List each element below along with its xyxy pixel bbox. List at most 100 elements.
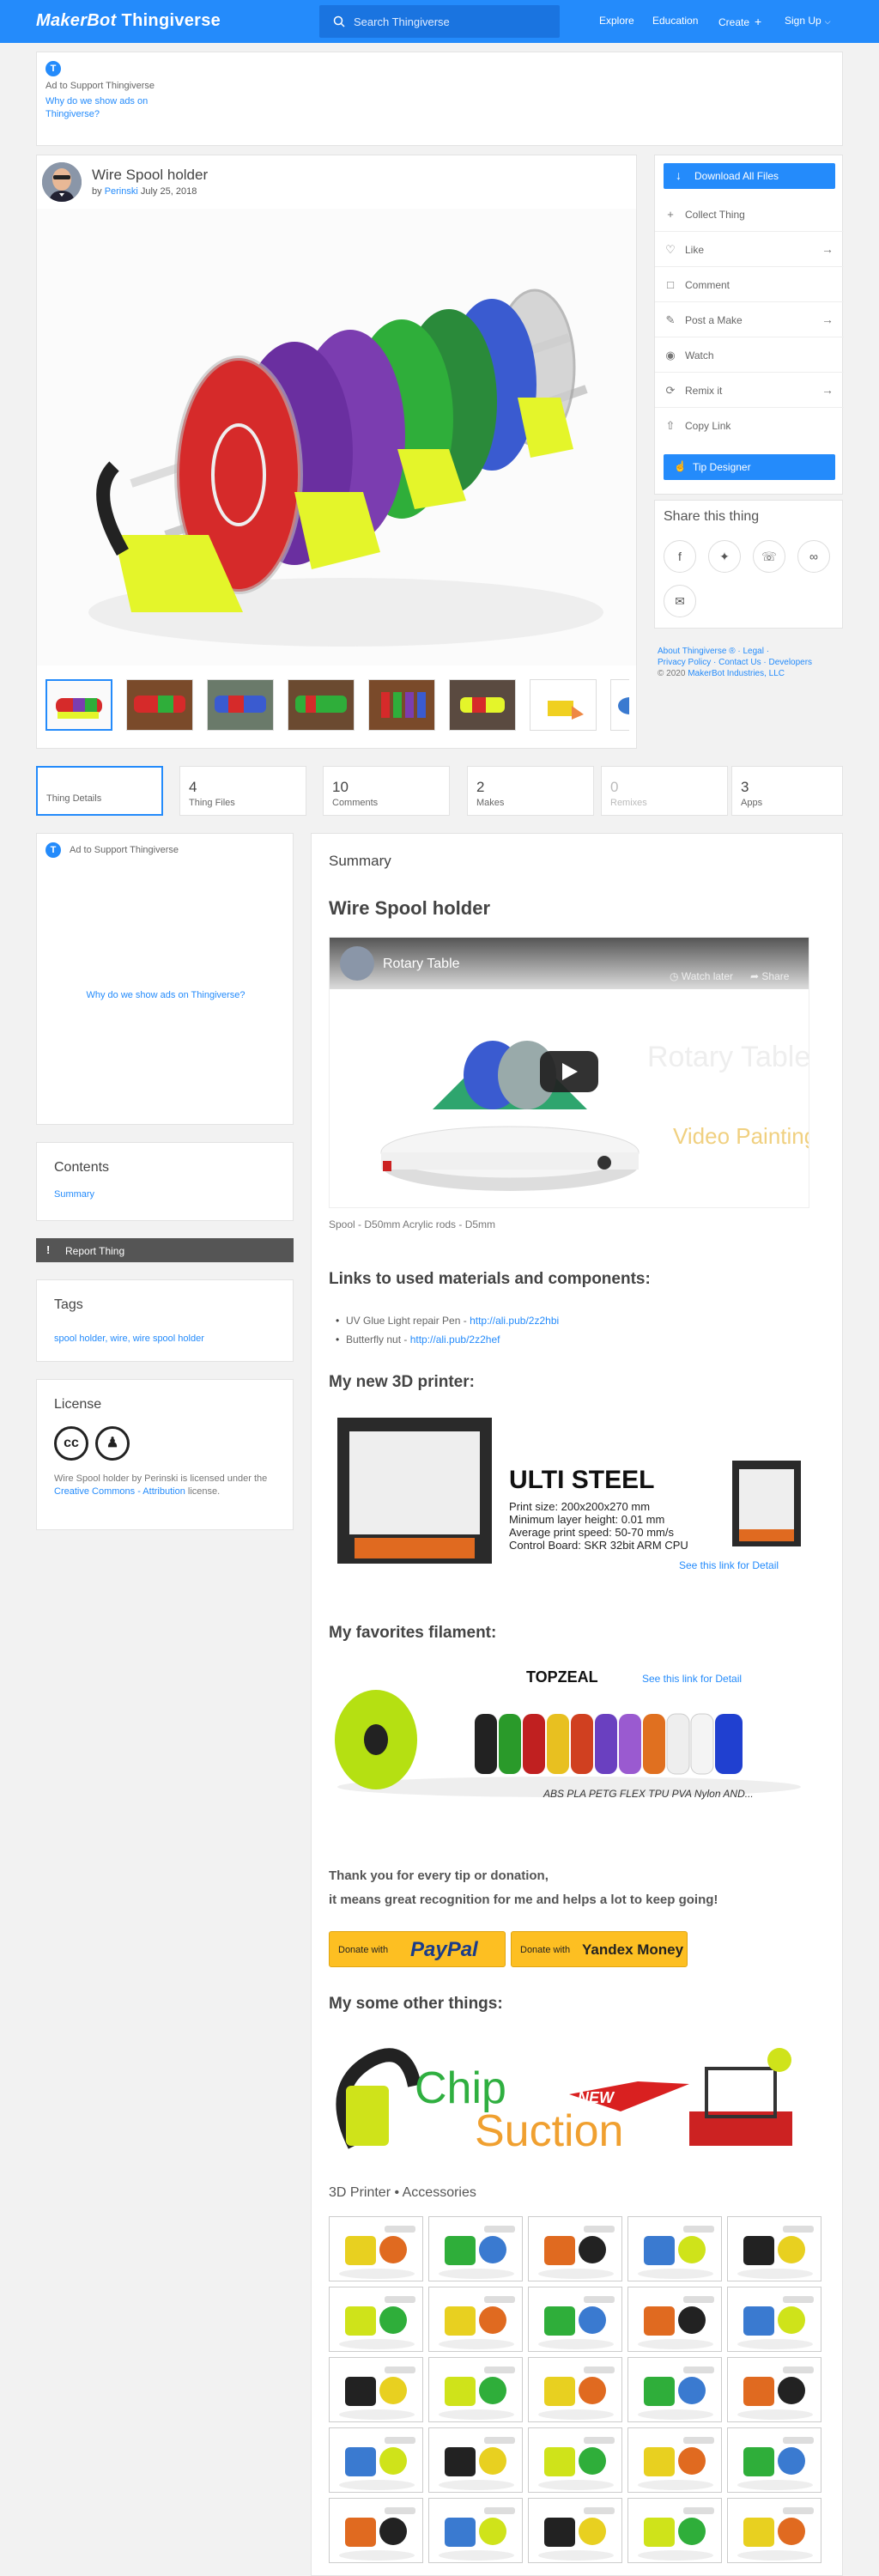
accessory-thumbnail[interactable] — [428, 2498, 523, 2563]
accessory-thumbnail[interactable] — [329, 2357, 423, 2422]
accessory-thumbnail[interactable] — [627, 2287, 722, 2352]
thumbnail-8[interactable] — [610, 679, 629, 731]
accessory-thumbnail[interactable] — [727, 2498, 821, 2563]
link-item-url[interactable]: http://ali.pub/2z2hbi — [470, 1315, 559, 1327]
accessory-thumbnail[interactable] — [627, 2498, 722, 2563]
thing-title: Wire Spool holder — [92, 167, 209, 183]
thanks-text: Thank you for every tip or donation, it … — [329, 1864, 718, 1912]
post-a-make-button[interactable]: ✎ Post a Make → — [655, 302, 844, 337]
accessory-thumbnail[interactable] — [528, 2287, 622, 2352]
thumbnail-2[interactable] — [126, 679, 193, 731]
thumbnail-3[interactable] — [207, 679, 274, 731]
filament-banner[interactable]: TOPZEAL See this link for Detail ABS PLA… — [329, 1658, 809, 1804]
ad-why-link[interactable]: Why do we show ads on Thingiverse? — [37, 990, 294, 1000]
license-link[interactable]: Creative Commons - Attribution — [54, 1486, 185, 1497]
link-icon[interactable]: ∞ — [797, 540, 830, 573]
play-icon[interactable] — [540, 1051, 598, 1092]
nav-signup[interactable]: Sign Up ⌵ — [785, 15, 831, 27]
tab-thing-details[interactable]: Thing Details — [36, 766, 163, 816]
watch-later-button[interactable]: ◷ Watch later — [670, 970, 733, 982]
link-item-url[interactable]: http://ali.pub/2z2hef — [410, 1334, 500, 1346]
tab-thing-files[interactable]: 4 Thing Files — [179, 766, 306, 816]
accessory-thumbnail[interactable] — [627, 2216, 722, 2281]
accessory-thumbnail[interactable] — [528, 2357, 622, 2422]
report-label: Report Thing — [65, 1245, 125, 1257]
facebook-icon[interactable]: f — [664, 540, 696, 573]
ad-label: Ad to Support Thingiverse — [70, 845, 179, 855]
chip-suction-banner[interactable]: Chip Suction NEW — [329, 2034, 809, 2163]
whatsapp-icon[interactable]: ☏ — [753, 540, 785, 573]
donate-paypal-button[interactable]: Donate with PayPal — [329, 1931, 506, 1967]
report-thing-button[interactable]: ! Report Thing — [36, 1238, 294, 1262]
tab-apps[interactable]: 3 Apps — [731, 766, 843, 816]
accessory-thumbnail[interactable] — [428, 2427, 523, 2493]
printer-banner[interactable]: ULTI STEEL Print size: 200x200x270 mm Mi… — [329, 1409, 809, 1581]
author-link[interactable]: Perinski — [105, 186, 138, 197]
author-avatar[interactable] — [42, 162, 82, 202]
download-label: Download All Files — [694, 170, 779, 182]
accessory-thumbnail[interactable] — [428, 2216, 523, 2281]
image-caption: Spool - D50mm Acrylic rods - D5mm — [329, 1218, 496, 1230]
contents-summary-link[interactable]: Summary — [54, 1189, 94, 1200]
channel-avatar[interactable] — [340, 946, 374, 981]
legal-line-2[interactable]: Privacy Policy · Contact Us · Developers — [658, 657, 846, 668]
video-embed[interactable]: Rotary Table Video Painting Photo Rotary… — [329, 937, 809, 1208]
tip-designer-button[interactable]: ☝ Tip Designer — [664, 454, 835, 480]
thumbnail-1[interactable] — [45, 679, 112, 731]
tab-makes[interactable]: 2 Makes — [467, 766, 594, 816]
remix-it-button[interactable]: ⟳ Remix it → — [655, 373, 844, 408]
wire-spool-photo — [37, 209, 636, 665]
accessory-thumbnail[interactable] — [428, 2357, 523, 2422]
nav-create[interactable]: Create + — [718, 15, 761, 28]
legal-line-1[interactable]: About Thingiverse ® · Legal · — [658, 646, 846, 657]
accessory-thumbnail[interactable] — [329, 2287, 423, 2352]
accessory-thumbnail[interactable] — [727, 2287, 821, 2352]
accessory-thumbnail[interactable] — [329, 2427, 423, 2493]
accessory-thumbnail[interactable] — [329, 2216, 423, 2281]
filament-detail-link[interactable]: See this link for Detail — [642, 1673, 742, 1685]
chevron-down-icon: ⌵ — [824, 17, 831, 26]
tab-comments[interactable]: 10 Comments — [323, 766, 450, 816]
search-input[interactable] — [354, 13, 551, 30]
accessory-thumbnail[interactable] — [727, 2216, 821, 2281]
accessory-thumbnail[interactable] — [329, 2498, 423, 2563]
video-share-button[interactable]: ➦ Share — [750, 970, 789, 982]
accessory-thumbnail[interactable] — [727, 2427, 821, 2493]
thingiverse-badge-icon: T — [45, 61, 61, 76]
collect-thing-button[interactable]: + Collect Thing — [655, 197, 844, 232]
nav-explore[interactable]: Explore — [599, 15, 634, 27]
donate-yandex-button[interactable]: Donate with Yandex Money — [511, 1931, 688, 1967]
new-badge: NEW — [578, 2089, 615, 2106]
tab-count: 2 — [476, 779, 485, 795]
accessory-thumbnail[interactable] — [627, 2357, 722, 2422]
accessory-thumbnail[interactable] — [528, 2216, 622, 2281]
accessory-thumbnail[interactable] — [727, 2357, 821, 2422]
thumbnail-6[interactable] — [449, 679, 516, 731]
like-button[interactable]: ♡ Like → — [655, 232, 844, 267]
twitter-icon[interactable]: ✦ — [708, 540, 741, 573]
download-all-files-button[interactable]: ↓ Download All Files — [664, 163, 835, 189]
tab-remixes[interactable]: 0 Remixes — [601, 766, 728, 816]
email-icon[interactable]: ✉ — [664, 585, 696, 617]
ad-why-link[interactable]: Why do we show ads on Thingiverse? — [45, 95, 166, 121]
tab-count: 0 — [610, 779, 619, 795]
watch-button[interactable]: ◉ Watch — [655, 337, 844, 373]
accessory-thumbnail[interactable] — [428, 2287, 523, 2352]
accessory-thumbnail[interactable] — [627, 2427, 722, 2493]
comment-button[interactable]: □ Comment — [655, 267, 844, 302]
thumbnail-5[interactable] — [368, 679, 435, 731]
nav-education[interactable]: Education — [652, 15, 698, 27]
thumbnail-4[interactable] — [288, 679, 355, 731]
accessory-thumbnail[interactable] — [528, 2427, 622, 2493]
exclamation-icon: ! — [46, 1243, 51, 1256]
printer-detail-link[interactable]: See this link for Detail — [679, 1559, 779, 1571]
tag-list[interactable]: spool holder, wire, wire spool holder — [54, 1334, 204, 1344]
company-link[interactable]: MakerBot Industries, LLC — [688, 669, 785, 678]
accessory-thumbnail[interactable] — [528, 2498, 622, 2563]
thumbnail-7[interactable] — [530, 679, 597, 731]
thumbnail-strip — [45, 679, 629, 736]
video-title[interactable]: Rotary Table — [383, 957, 460, 972]
copy-link-button[interactable]: ⇧ Copy Link — [655, 408, 844, 443]
main-thing-image[interactable] — [37, 209, 636, 665]
makerbot-thingiverse-logo[interactable]: MakerBot Thingiverse — [36, 11, 221, 31]
